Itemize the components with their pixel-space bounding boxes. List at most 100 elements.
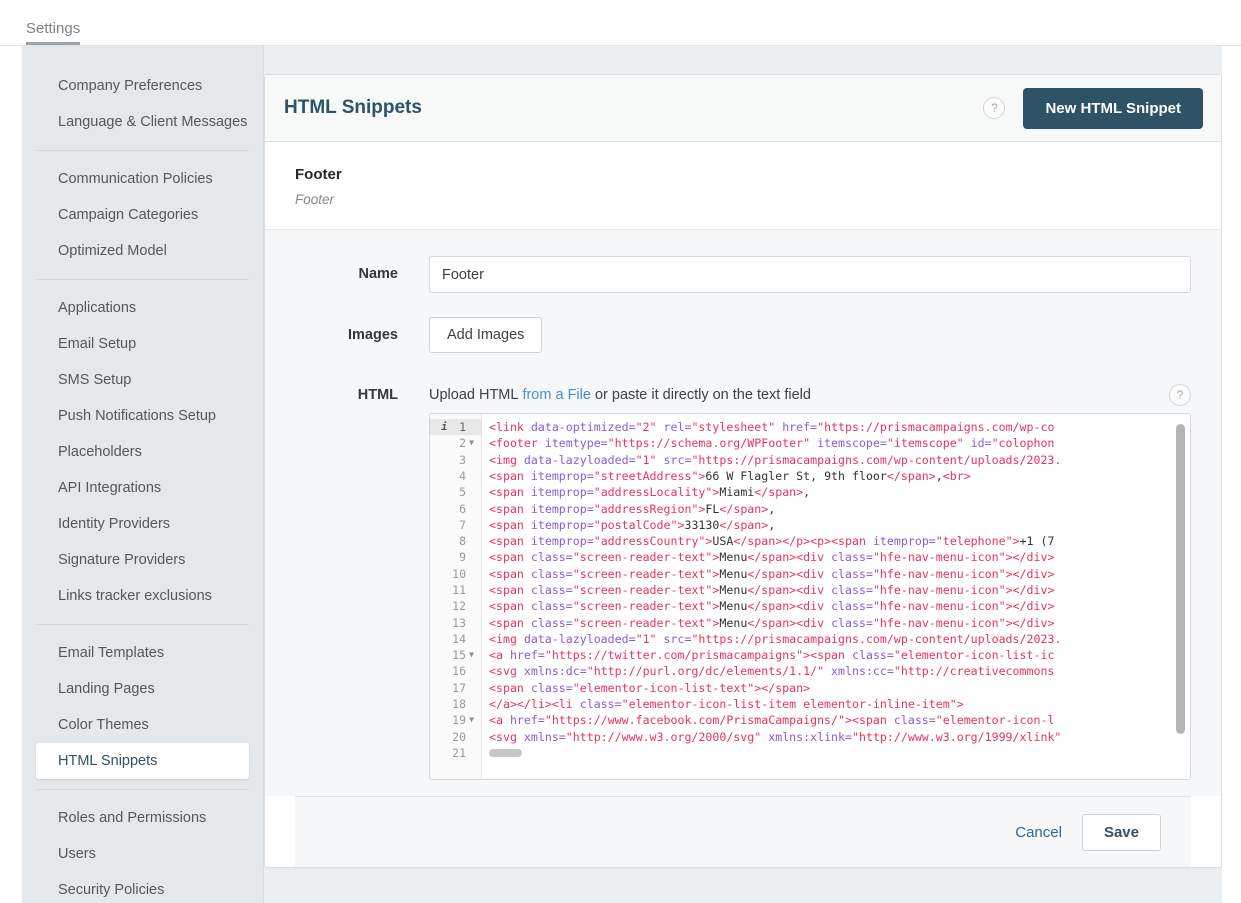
tab-settings[interactable]: Settings bbox=[26, 20, 92, 45]
code-token: href= bbox=[509, 713, 545, 728]
new-html-snippet-button[interactable]: New HTML Snippet bbox=[1023, 87, 1203, 129]
editor-line-number: 5 bbox=[430, 484, 481, 500]
sidebar-item-roles-and-permissions[interactable]: Roles and Permissions bbox=[36, 800, 249, 836]
code-token: class= bbox=[530, 566, 573, 581]
sidebar-separator bbox=[36, 279, 249, 280]
code-token: 66 W Flagler St, 9th floor bbox=[705, 468, 887, 483]
code-token: </span> bbox=[719, 501, 769, 516]
editor-line-number: 6 bbox=[430, 501, 481, 517]
sidebar-item-html-snippets[interactable]: HTML Snippets bbox=[36, 743, 249, 779]
sidebar-separator bbox=[36, 789, 249, 790]
line-number-text: 5 bbox=[459, 485, 466, 500]
sidebar-item-email-setup[interactable]: Email Setup bbox=[36, 326, 249, 362]
code-token: <span bbox=[489, 534, 531, 549]
fold-arrow-icon[interactable]: ▼ bbox=[466, 712, 477, 728]
name-input[interactable] bbox=[429, 256, 1191, 294]
sidebar-item-identity-providers[interactable]: Identity Providers bbox=[36, 506, 249, 542]
upload-from-file-link[interactable]: from a File bbox=[522, 377, 591, 413]
sidebar-item-signature-providers[interactable]: Signature Providers bbox=[36, 542, 249, 578]
code-token: data-lazyloaded= bbox=[523, 452, 636, 467]
editor-code-area[interactable]: <link data-optimized="2" rel="stylesheet… bbox=[482, 414, 1190, 779]
code-token: "https://prismacampaigns.com/wp-content/… bbox=[691, 452, 1062, 467]
code-token: Miami bbox=[719, 485, 755, 500]
line-number-text: 9 bbox=[459, 550, 466, 565]
code-token: <span bbox=[489, 680, 531, 695]
sidebar-item-label: Company Preferences bbox=[58, 78, 203, 94]
sidebar-item-label: Push Notifications Setup bbox=[58, 408, 216, 424]
editor-line-number: i1 bbox=[430, 419, 481, 436]
sidebar-item-users[interactable]: Users bbox=[36, 836, 249, 872]
help-icon[interactable]: ? bbox=[983, 97, 1006, 119]
upload-instructions: Upload HTML from a File or paste it dire… bbox=[429, 377, 1191, 413]
upload-text-suffix: or paste it directly on the text field bbox=[594, 387, 811, 404]
editor-line-number: 4 bbox=[430, 468, 481, 484]
code-token: itemprop= bbox=[530, 517, 594, 532]
code-token: "elementor-icon-l bbox=[935, 713, 1055, 728]
editor-line-number: 13 bbox=[430, 615, 481, 631]
sidebar-item-company-preferences[interactable]: Company Preferences bbox=[36, 68, 249, 104]
sidebar-item-label: API Integrations bbox=[58, 480, 162, 496]
info-marker-icon[interactable]: i bbox=[441, 419, 448, 435]
code-token: <span bbox=[489, 599, 531, 614]
html-help-icon[interactable]: ? bbox=[1169, 384, 1191, 407]
code-token: <span bbox=[489, 517, 531, 532]
sidebar-item-email-templates[interactable]: Email Templates bbox=[36, 635, 249, 671]
sidebar-item-applications[interactable]: Applications bbox=[36, 290, 249, 326]
cancel-button[interactable]: Cancel bbox=[1015, 824, 1062, 841]
sidebar-item-language-client-messages[interactable]: Language & Client Messages bbox=[36, 104, 249, 140]
code-token: class= bbox=[530, 680, 573, 695]
sidebar-item-placeholders[interactable]: Placeholders bbox=[36, 434, 249, 470]
sidebar-item-color-themes[interactable]: Color Themes bbox=[36, 707, 249, 743]
snippet-header: Footer Footer bbox=[265, 142, 1221, 231]
code-token: </span> bbox=[719, 517, 769, 532]
code-token: src= bbox=[656, 631, 692, 646]
sidebar-item-push-notifications-setup[interactable]: Push Notifications Setup bbox=[36, 398, 249, 434]
add-images-button[interactable]: Add Images bbox=[429, 317, 543, 354]
sidebar-separator bbox=[36, 150, 249, 151]
line-number-text: 10 bbox=[452, 566, 466, 581]
sidebar-item-security-policies[interactable]: Security Policies bbox=[36, 872, 249, 903]
editor-gutter: i 1 2 ▼ 3 4 5 6 7 8 9 10 11 12 13 14 15 ▼ 16 17 18 19 ▼ 20 21 bbox=[430, 414, 482, 780]
page-title: HTML Snippets bbox=[284, 97, 422, 118]
line-number-text: 21 bbox=[452, 745, 466, 760]
editor-line-number: 15 ▼ bbox=[430, 647, 481, 663]
fold-arrow-icon[interactable]: ▼ bbox=[466, 647, 477, 663]
html-code-editor[interactable]: i 1 2 ▼ 3 4 5 6 7 8 9 10 11 12 13 14 15 ▼ 16 17 18 19 ▼ 20 21 <l… bbox=[429, 413, 1191, 781]
line-number-text: 17 bbox=[452, 680, 466, 695]
code-token: +1 (7 bbox=[1019, 534, 1055, 549]
editor-vertical-scrollbar[interactable] bbox=[1176, 424, 1185, 735]
code-token: class= bbox=[893, 713, 936, 728]
sidebar-item-landing-pages[interactable]: Landing Pages bbox=[36, 671, 249, 707]
code-token: </span> bbox=[886, 468, 936, 483]
code-token: "hfe-nav-menu-icon" bbox=[872, 582, 1006, 597]
editor-horizontal-scrollbar[interactable] bbox=[489, 748, 522, 757]
fold-arrow-icon[interactable]: ▼ bbox=[466, 435, 477, 451]
save-button[interactable]: Save bbox=[1081, 813, 1161, 851]
code-token: xmlns:cc= bbox=[824, 664, 894, 679]
sidebar-item-communication-policies[interactable]: Communication Policies bbox=[36, 161, 249, 197]
editor-code-line: <svg xmlns="http://www.w3.org/2000/svg" … bbox=[489, 729, 1190, 745]
code-token: "telephone" bbox=[935, 534, 1013, 549]
line-number-text: 13 bbox=[452, 615, 466, 630]
snippet-description: Footer bbox=[295, 192, 335, 208]
sidebar-item-api-integrations[interactable]: API Integrations bbox=[36, 470, 249, 506]
code-token: <span bbox=[489, 485, 531, 500]
code-token: id= bbox=[963, 436, 992, 451]
code-token: class= bbox=[530, 582, 573, 597]
code-token: </span><div bbox=[747, 550, 832, 565]
code-token: ><span bbox=[803, 648, 852, 663]
sidebar-item-links-tracker-exclusions[interactable]: Links tracker exclusions bbox=[36, 578, 249, 614]
code-token: href= bbox=[509, 648, 545, 663]
code-token: xmlns:xlink= bbox=[761, 729, 852, 744]
line-number-text: 8 bbox=[459, 534, 466, 549]
editor-code-line: </a></li><li class="elementor-icon-list-… bbox=[489, 696, 1190, 712]
sidebar-item-campaign-categories[interactable]: Campaign Categories bbox=[36, 197, 249, 233]
code-token: <br> bbox=[942, 468, 971, 483]
code-token: "stylesheet" bbox=[691, 420, 776, 435]
sidebar-item-optimized-model[interactable]: Optimized Model bbox=[36, 233, 249, 269]
sidebar-item-sms-setup[interactable]: SMS Setup bbox=[36, 362, 249, 398]
code-token: ></div> bbox=[1005, 566, 1055, 581]
code-token: itemprop= bbox=[530, 534, 594, 549]
editor-code-line: <span itemprop="addressLocality">Miami</… bbox=[489, 484, 1190, 500]
sidebar-item-label: HTML Snippets bbox=[58, 753, 158, 769]
